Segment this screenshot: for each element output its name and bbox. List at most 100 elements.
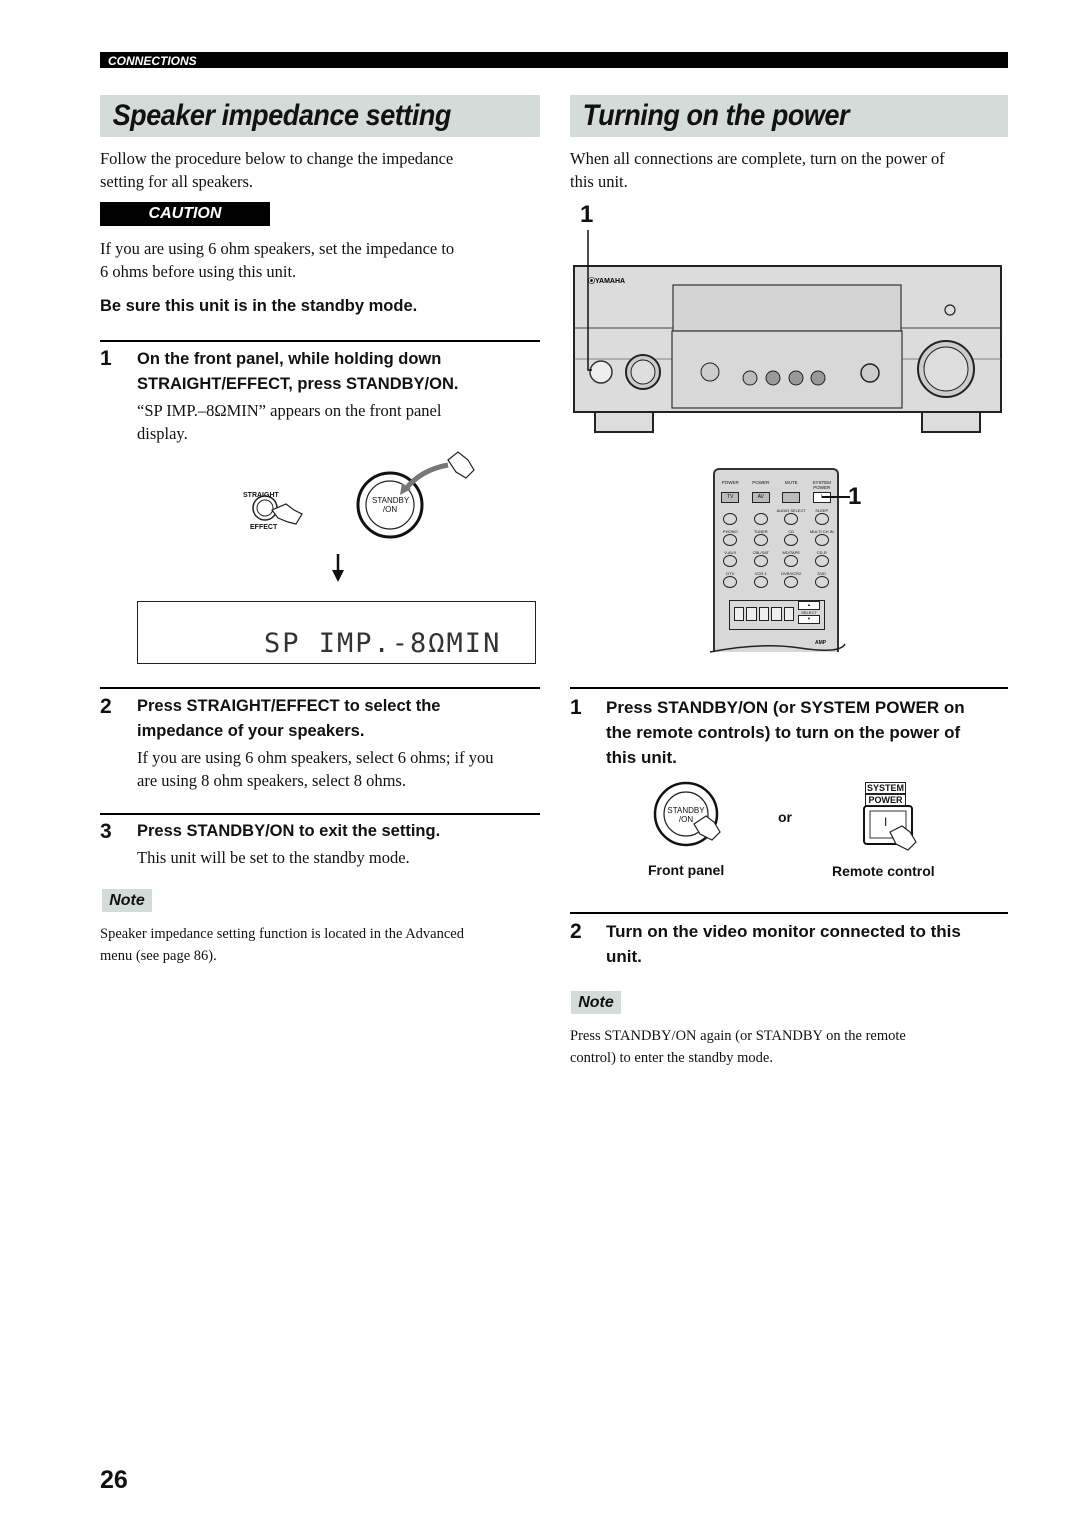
remote-key[interactable]: [746, 508, 777, 526]
step-number: 3: [100, 820, 112, 843]
remote-key[interactable]: DVD: [807, 571, 838, 589]
text-line: Follow the procedure below to change the…: [100, 149, 454, 168]
text-line: 6 ohms before using this unit.: [100, 262, 297, 281]
receiver-foot: [921, 411, 981, 433]
section-header-bar: CONNECTIONS: [100, 52, 1008, 68]
finger-icon: [447, 451, 475, 479]
display-window: [672, 284, 902, 332]
step-heading: Press STANDBY/ON to exit the setting.: [137, 822, 441, 840]
step-heading: Turn on the video monitor connected to t…: [606, 919, 961, 969]
button-label: POWER: [752, 480, 770, 485]
caution-label: CAUTION: [100, 202, 270, 226]
remote-key[interactable]: DVR/VCR2: [776, 571, 807, 589]
or-label: or: [778, 809, 792, 825]
intro-text: When all connections are complete, turn …: [570, 147, 945, 193]
button-label: SYSTEM POWER: [812, 480, 831, 490]
text-line: /ON: [678, 815, 694, 824]
step-number: 2: [100, 695, 112, 718]
section-title-box: Turning on the power: [570, 95, 1008, 137]
remote-key[interactable]: MD/TAPE: [776, 550, 807, 568]
section-title: Speaker impedance setting: [112, 99, 452, 132]
standby-requirement: Be sure this unit is in the standby mode…: [100, 297, 418, 315]
text-line: Press STANDBY/ON (or SYSTEM POWER on: [606, 698, 965, 717]
text-line: STRAIGHT/EFFECT, press STANDBY/ON.: [137, 375, 459, 393]
standby-label: STANDBY/ON: [664, 806, 708, 824]
text-line: this unit.: [570, 172, 628, 191]
straight-effect-button-inner: [256, 499, 274, 517]
remote-torn-edge: [709, 643, 846, 653]
video-aux-jack: [810, 370, 826, 386]
text-line: Speaker impedance setting function is lo…: [100, 926, 464, 942]
step-heading: Press STRAIGHT/EFFECT to select the imped…: [137, 694, 440, 744]
power-key-glyph: I: [884, 815, 888, 829]
text-line: POWER: [865, 794, 907, 806]
yamaha-logo: ⦿YAMAHA: [588, 276, 625, 285]
remote-key[interactable]: VCR 1: [746, 571, 777, 589]
text-line: this unit.: [606, 748, 677, 767]
av-power-key[interactable]: AV: [746, 492, 777, 504]
front-panel-caption: Front panel: [648, 862, 725, 878]
phones-jack: [944, 304, 956, 316]
button-label: MUTE: [784, 480, 798, 485]
select-keys[interactable]: ▲ SELECT ▼: [798, 601, 820, 624]
text-line: “SP IMP.–8ΩMIN” appears on the front pan…: [137, 401, 442, 420]
text-line: STANDBY: [372, 496, 410, 505]
straight-label: STRAIGHT: [243, 492, 279, 499]
text-line: STANDBY: [667, 806, 705, 815]
text-line: If you are using 6 ohm speakers, set the…: [100, 239, 455, 258]
text-line: SYSTEM: [865, 782, 907, 794]
remote-key[interactable]: CBL/SAT: [746, 550, 777, 568]
remote-key[interactable]: PHONO: [715, 529, 746, 547]
note-text: Speaker impedance setting function is lo…: [100, 923, 464, 967]
remote-key[interactable]: SLEEP: [807, 508, 838, 526]
remote-key[interactable]: TUNER: [746, 529, 777, 547]
display-text: SP IMP.-8ΩMIN: [264, 628, 502, 659]
down-arrowhead: [332, 570, 344, 582]
text-line: impedance of your speakers.: [137, 722, 365, 740]
program-knob: [860, 363, 880, 383]
button-label: POWER: [721, 480, 739, 485]
caution-text: If you are using 6 ohm speakers, set the…: [100, 237, 454, 283]
step-number: 1: [100, 347, 112, 370]
text-line: When all connections are complete, turn …: [570, 149, 945, 168]
standby-label: STANDBY/ON: [372, 496, 410, 514]
tv-power-key[interactable]: TV: [715, 492, 746, 504]
receiver-illustration: ⦿YAMAHA: [573, 230, 1002, 433]
remote-key[interactable]: CD: [776, 529, 807, 547]
step-text: This unit will be set to the standby mod…: [137, 848, 410, 867]
volume-knob-inner: [923, 346, 969, 392]
remote-key[interactable]: MULTI CH IN: [807, 529, 838, 547]
intro-text: Follow the procedure below to change the…: [100, 147, 453, 193]
input-mode-selector: [700, 362, 720, 382]
divider: [570, 687, 1008, 689]
front-panel-buttons-figure: [252, 451, 475, 582]
receiver-foot: [594, 411, 654, 433]
remote-key[interactable]: AUDIO SELECT: [776, 508, 807, 526]
video-aux-jack: [765, 370, 781, 386]
remote-key[interactable]: CD-R: [807, 550, 838, 568]
step-heading: On the front panel, while holding down ST…: [137, 347, 458, 397]
divider: [100, 687, 540, 689]
text-line: setting for all speakers.: [100, 172, 254, 191]
text-line: Press STRAIGHT/EFFECT to select the: [137, 697, 441, 715]
remote-input-keys: AUDIO SELECT SLEEP PHONO TUNER CD MULTI …: [715, 508, 837, 589]
divider: [570, 912, 1008, 914]
text-line: control) to enter the standby mode.: [570, 1050, 773, 1066]
text-line: menu (see page 86).: [100, 948, 217, 964]
note-text: Press STANDBY/ON again (or STANDBY on th…: [570, 1025, 906, 1069]
step-text: “SP IMP.–8ΩMIN” appears on the front pan…: [137, 399, 441, 445]
section-title-box: Speaker impedance setting: [100, 95, 540, 137]
remote-key[interactable]: [715, 508, 746, 526]
input-knob-inner: [630, 359, 656, 385]
step-text: If you are using 6 ohm speakers, select …: [137, 746, 494, 792]
system-power-key[interactable]: I: [807, 492, 838, 504]
remote-key[interactable]: V-AUX: [715, 550, 746, 568]
remote-buttons: POWER POWER MUTE SYSTEM POWER TV AV I: [715, 480, 837, 504]
video-aux-jack: [788, 370, 804, 386]
remote-key[interactable]: DTV: [715, 571, 746, 589]
text-line: Turn on the video monitor connected to t…: [606, 922, 961, 941]
step-number: 1: [570, 696, 582, 719]
mute-key[interactable]: [776, 492, 807, 504]
divider: [100, 813, 540, 815]
text-line: Press STANDBY/ON again (or STANDBY on th…: [570, 1028, 906, 1044]
